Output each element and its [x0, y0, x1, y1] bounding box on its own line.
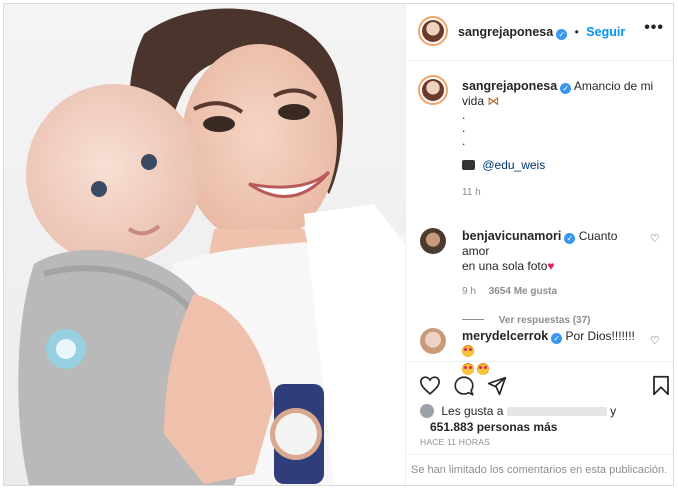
separator: •: [574, 25, 579, 39]
replies-line: [462, 319, 484, 320]
caption-dot: .: [462, 134, 466, 148]
caption-text-2: vida: [462, 94, 485, 108]
caption-username[interactable]: sangrejaponesa: [462, 79, 557, 93]
comment-time[interactable]: 9 h: [462, 286, 476, 297]
post-sidebar: sangrejaponesa ✓ • Seguir ••• sangrejapon…: [405, 4, 673, 485]
photo-illustration: [18, 8, 405, 485]
header-username[interactable]: sangrejaponesa: [458, 25, 553, 39]
heart-eyes-emoji-icon: [462, 345, 474, 357]
comments-limited-bar: Se han limitado los comentarios en esta …: [406, 454, 673, 485]
share-icon[interactable]: [487, 376, 507, 396]
verified-icon: ✓: [560, 83, 572, 94]
caption-avatar[interactable]: [418, 75, 448, 105]
likes-row: Les gusta a y: [420, 404, 616, 418]
comment-avatar[interactable]: [420, 328, 450, 358]
bookmark-icon[interactable]: [652, 375, 670, 396]
comment-text-2: en una sola foto: [462, 259, 548, 273]
likes-count[interactable]: 651.883 personas más: [430, 420, 557, 434]
mention-link[interactable]: @edu_weis: [482, 158, 545, 172]
caption-time[interactable]: 11 h: [462, 185, 662, 200]
butterfly-icon: ⋈: [487, 94, 500, 108]
verified-icon: ✓: [556, 29, 568, 40]
heart-icon[interactable]: ♡: [650, 234, 660, 245]
comment-username[interactable]: benjavicunamori: [462, 229, 561, 243]
caption-dot: .: [462, 108, 466, 122]
comment-likes[interactable]: 3654 Me gusta: [489, 286, 557, 297]
caption-dot: .: [462, 121, 466, 135]
comment-avatar[interactable]: [420, 228, 450, 258]
verified-icon: ✓: [551, 333, 563, 344]
liker-avatar[interactable]: [420, 404, 434, 418]
liker-name-blurred[interactable]: [506, 407, 607, 416]
instagram-post: sangrejaponesa ✓ • Seguir ••• sangrejapon…: [3, 3, 674, 486]
comment-icon[interactable]: [454, 376, 474, 396]
post-header: sangrejaponesa ✓ • Seguir •••: [406, 4, 673, 61]
comment-username[interactable]: merydelcerrok: [462, 329, 548, 343]
post-photo[interactable]: [4, 4, 405, 485]
avatar[interactable]: [418, 16, 448, 46]
caption-text-1: Amancio de mi: [573, 79, 654, 93]
heart-icon[interactable]: [420, 376, 440, 395]
post-timestamp[interactable]: HACE 11 HORAS: [420, 437, 490, 447]
comments-limited-text: Se han limitado los comentarios en esta …: [411, 464, 668, 476]
likes-suffix: y: [610, 404, 617, 418]
view-replies-button[interactable]: Ver respuestas (37): [499, 315, 591, 326]
follow-button[interactable]: Seguir: [586, 25, 625, 39]
verified-icon: ✓: [564, 233, 576, 244]
comment-text: Por Dios!!!!!!!: [565, 329, 635, 343]
post-actions: Les gusta a y 651.883 personas más: [406, 361, 673, 442]
red-heart-icon: ♥: [547, 259, 555, 273]
more-icon[interactable]: •••: [644, 19, 664, 37]
heart-icon[interactable]: ♡: [650, 336, 660, 347]
camera-icon: [462, 160, 475, 170]
likes-prefix: Les gusta a: [441, 404, 504, 418]
